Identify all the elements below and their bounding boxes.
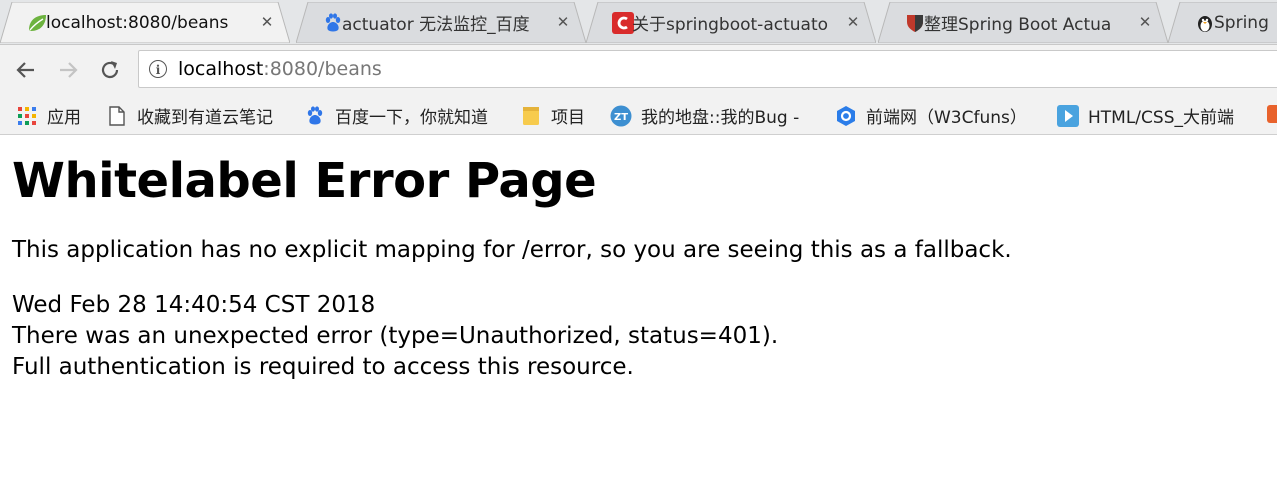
csdn-icon bbox=[612, 12, 634, 34]
info-icon[interactable]: i bbox=[149, 60, 167, 78]
tab-title: Spring bbox=[1214, 12, 1269, 33]
bookmark-apps[interactable]: 应用 bbox=[16, 103, 81, 128]
error-detail: Full authentication is required to acces… bbox=[12, 354, 634, 380]
orange-icon bbox=[1263, 103, 1277, 125]
bookmark-w3cfuns[interactable]: 前端网（W3Cfuns） bbox=[835, 103, 1027, 128]
zt-icon-text: ZT bbox=[614, 112, 628, 123]
tab-actuator-baidu[interactable]: actuator 无法监控_百度 ✕ bbox=[296, 2, 586, 43]
bookmark-overflow[interactable] bbox=[1263, 103, 1277, 125]
tab-springboot-actuator[interactable]: 关于springboot-actuato ✕ bbox=[586, 2, 876, 43]
folder-icon bbox=[520, 105, 542, 127]
error-message: This application has no explicit mapping… bbox=[12, 237, 1012, 263]
tab-title: localhost:8080/beans bbox=[46, 12, 229, 33]
error-details: Wed Feb 28 14:40:54 CST 2018 There was a… bbox=[12, 290, 1265, 383]
apps-grid-icon bbox=[16, 105, 38, 127]
shield-icon bbox=[904, 12, 926, 34]
tab-title: 整理Spring Boot Actua bbox=[924, 15, 1112, 35]
tab-localhost-beans[interactable]: localhost:8080/beans ✕ bbox=[0, 2, 290, 43]
bookmarks-bar: 应用 收藏到有道云笔记 百度一下，你就知道 项目 ZT 我的地盘::我的Bug … bbox=[0, 95, 1277, 135]
forward-arrow-icon bbox=[60, 62, 78, 78]
back-arrow-icon bbox=[16, 62, 34, 78]
reload-icon bbox=[101, 61, 119, 79]
error-type-status: There was an unexpected error (type=Unau… bbox=[12, 323, 779, 349]
url-host: localhost bbox=[178, 58, 264, 80]
tab-spring[interactable]: Spring bbox=[1168, 2, 1277, 43]
bookmark-label: 收藏到有道云笔记 bbox=[137, 108, 273, 128]
penguin-icon bbox=[1194, 12, 1216, 34]
tab-strip: localhost:8080/beans ✕ actuator 无法监控_百度 … bbox=[0, 0, 1277, 45]
forward-button[interactable] bbox=[52, 54, 84, 86]
page-title: Whitelabel Error Page bbox=[12, 153, 597, 209]
address-bar[interactable]: i localhost:8080/beans bbox=[138, 50, 1277, 88]
address-url[interactable]: localhost:8080/beans bbox=[178, 58, 382, 80]
bookmark-label: 百度一下，你就知道 bbox=[335, 108, 488, 128]
play-icon bbox=[1057, 104, 1079, 127]
close-tab-icon[interactable]: ✕ bbox=[258, 12, 276, 32]
close-tab-icon[interactable]: ✕ bbox=[844, 12, 862, 32]
baidu-paw-icon bbox=[304, 105, 326, 127]
bookmark-label: 应用 bbox=[47, 108, 81, 128]
bookmark-youdao-note[interactable]: 收藏到有道云笔记 bbox=[106, 103, 273, 128]
url-path: :8080/beans bbox=[263, 58, 382, 80]
hexagon-icon bbox=[835, 105, 857, 127]
tab-title: 关于springboot-actuato bbox=[632, 15, 829, 35]
spring-leaf-icon bbox=[26, 12, 48, 34]
back-button[interactable] bbox=[10, 54, 42, 86]
bookmark-baidu[interactable]: 百度一下，你就知道 bbox=[304, 103, 488, 128]
tab-title: actuator 无法监控_百度 bbox=[342, 15, 530, 35]
zt-icon: ZT bbox=[610, 105, 632, 127]
bookmark-label: 前端网（W3Cfuns） bbox=[866, 108, 1027, 128]
reload-button[interactable] bbox=[94, 54, 126, 86]
bookmark-projects-folder[interactable]: 项目 bbox=[520, 103, 585, 128]
tab-spring-boot-actuator-notes[interactable]: 整理Spring Boot Actua ✕ bbox=[878, 2, 1168, 43]
bookmark-html-css[interactable]: HTML/CSS_大前端 bbox=[1057, 103, 1234, 128]
bookmark-label: 我的地盘::我的Bug - bbox=[641, 108, 800, 128]
error-timestamp: Wed Feb 28 14:40:54 CST 2018 bbox=[12, 292, 376, 318]
close-tab-icon[interactable]: ✕ bbox=[1136, 12, 1154, 32]
close-tab-icon[interactable]: ✕ bbox=[554, 12, 572, 32]
page-content: Whitelabel Error Page This application h… bbox=[0, 135, 1277, 383]
bookmark-zentao-bugs[interactable]: ZT 我的地盘::我的Bug - bbox=[610, 103, 799, 128]
browser-toolbar: i localhost:8080/beans bbox=[0, 45, 1277, 95]
bookmark-label: HTML/CSS_大前端 bbox=[1088, 108, 1234, 128]
bookmark-label: 项目 bbox=[551, 108, 585, 128]
baidu-paw-icon bbox=[322, 12, 344, 34]
page-icon bbox=[106, 105, 128, 127]
